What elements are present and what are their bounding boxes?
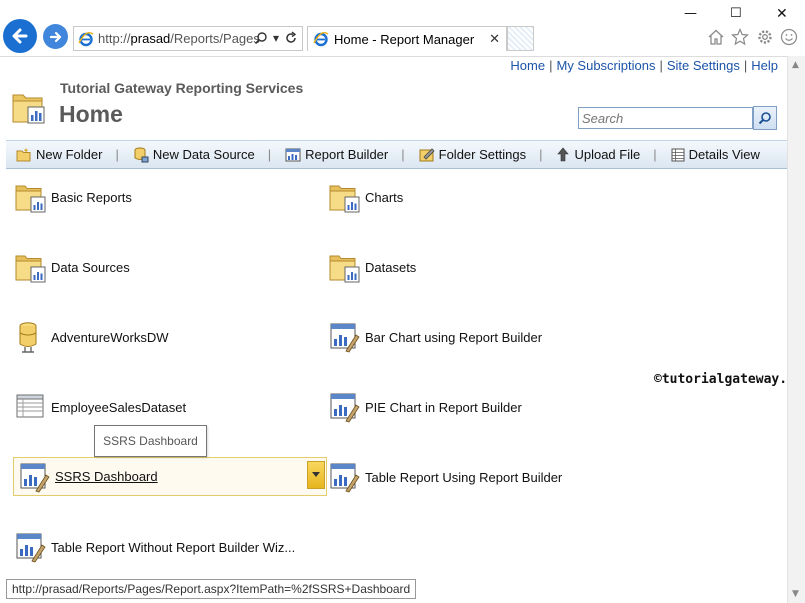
folder-item-basic-reports[interactable]: Basic Reports (14, 180, 132, 214)
folder-icon (15, 185, 46, 213)
my-subscriptions-link[interactable]: My Subscriptions (556, 58, 655, 73)
new-tab-button[interactable] (507, 26, 534, 51)
tooltip: SSRS Dashboard (94, 425, 207, 457)
report-icon (20, 463, 50, 492)
data-source-item-adventureworksdw[interactable]: AdventureWorksDW (14, 320, 169, 354)
favorites-star-icon[interactable] (731, 28, 749, 46)
chevron-down-icon (312, 472, 320, 477)
ie-icon (78, 31, 94, 46)
report-item-pie-chart[interactable]: PIE Chart in Report Builder (328, 390, 522, 424)
search-icon (758, 112, 771, 125)
home-icon[interactable] (707, 28, 725, 46)
search-button[interactable] (753, 106, 777, 130)
details-view-icon (671, 148, 685, 161)
item-label: Bar Chart using Report Builder (365, 329, 543, 345)
item-label: AdventureWorksDW (51, 329, 169, 345)
close-window-icon[interactable]: ✕ (776, 6, 788, 22)
new-folder-button[interactable]: New Folder (6, 141, 111, 168)
address-host: prasad (130, 31, 171, 46)
folder-settings-icon (419, 147, 435, 161)
dropdown-arrow-icon[interactable]: ▾ (273, 31, 279, 45)
maximize-icon[interactable]: ☐ (730, 6, 742, 21)
report-item-table-report-using-report-builder[interactable]: Table Report Using Report Builder (328, 460, 562, 494)
item-label: EmployeeSalesDataset (51, 399, 187, 415)
scroll-up-icon[interactable]: ▲ (792, 60, 799, 70)
item-label: Table Report Using Report Builder (365, 469, 563, 485)
site-title: Tutorial Gateway Reporting Services (60, 80, 304, 96)
address-protocol: http:// (98, 31, 131, 46)
folder-item-data-sources[interactable]: Data Sources (14, 250, 130, 284)
item-label: Datasets (365, 259, 417, 275)
tab-title: Home - Report Manager (334, 31, 475, 47)
data-source-icon (19, 322, 37, 353)
folder-item-charts[interactable]: Charts (328, 180, 403, 214)
report-icon (16, 533, 46, 563)
upload-file-button[interactable]: Upload File (546, 141, 649, 168)
forward-button[interactable] (43, 24, 68, 49)
upload-file-label: Upload File (574, 147, 641, 162)
item-label: Charts (365, 189, 404, 205)
search-input[interactable] (578, 107, 753, 129)
report-icon (330, 323, 360, 353)
address-path: /Reports/Pages (170, 31, 260, 46)
report-manager-page: Home | My Subscriptions | Site Settings | Help… (0, 56, 805, 603)
report-builder-label: Report Builder (305, 147, 389, 162)
scroll-down-icon[interactable]: ▼ (792, 589, 799, 599)
status-bar-url: http://prasad/Reports/Pages/Report.aspx?… (6, 579, 417, 599)
new-folder-label: New Folder (36, 147, 103, 162)
new-folder-icon (16, 148, 31, 161)
folder-icon (15, 255, 46, 283)
home-link[interactable]: Home (510, 58, 545, 73)
item-label: SSRS Dashboard (55, 469, 158, 484)
vertical-scrollbar[interactable]: ▲ ▼ (787, 56, 805, 603)
toolbar: New Folder | New Data Source | Report Bu… (6, 140, 787, 169)
back-button[interactable] (3, 19, 37, 53)
browser-chrome: http://prasad/Reports/Pages ▾ Home - Rep… (0, 0, 805, 56)
details-view-label: Details View (688, 147, 760, 162)
dataset-item-employeesalesdataset[interactable]: EmployeeSalesDataset (14, 390, 186, 424)
details-view-button[interactable]: Details View (661, 141, 769, 168)
item-label: Table Report Without Report Builder Wiz.… (51, 539, 296, 555)
folder-item-datasets[interactable]: Datasets (328, 250, 416, 284)
refresh-icon[interactable] (284, 31, 298, 45)
folder-settings-label: Folder Settings (438, 147, 527, 162)
search-icon[interactable] (254, 31, 268, 45)
new-data-source-icon (134, 147, 149, 162)
top-links: Home | My Subscriptions | Site Settings | Help (510, 58, 778, 73)
ie-icon (313, 31, 329, 47)
help-link[interactable]: Help (751, 58, 778, 73)
report-builder-button[interactable]: Report Builder (275, 141, 397, 168)
report-icon (330, 463, 360, 493)
arrow-right-icon (49, 31, 61, 42)
upload-file-icon (557, 147, 570, 161)
item-dropdown-button[interactable] (307, 461, 325, 489)
gear-icon[interactable] (756, 28, 774, 46)
minimize-icon[interactable]: — (684, 6, 697, 21)
item-label: Data Sources (51, 259, 130, 275)
report-item-ssrs-dashboard[interactable]: SSRS Dashboard (13, 457, 327, 496)
watermark: ©tutorialgateway.org (654, 372, 805, 387)
page-title: Home (59, 101, 123, 127)
site-settings-link[interactable]: Site Settings (667, 58, 740, 73)
browser-tab[interactable]: Home - Report Manager ✕ (307, 26, 507, 51)
item-label: Basic Reports (51, 189, 132, 205)
arrow-left-icon (12, 28, 28, 44)
folder-icon (329, 255, 360, 283)
close-tab-icon[interactable]: ✕ (489, 31, 500, 47)
feedback-smiley-icon[interactable] (780, 28, 798, 46)
report-manager-logo-icon (12, 94, 45, 124)
item-label: PIE Chart in Report Builder (365, 399, 522, 415)
report-icon (330, 393, 360, 423)
report-item-table-report-without-report-builder[interactable]: Table Report Without Report Builder Wiz.… (14, 530, 295, 564)
address-bar[interactable]: http://prasad/Reports/Pages ▾ (73, 26, 303, 51)
folder-icon (329, 185, 360, 213)
dataset-icon (16, 394, 44, 418)
report-item-bar-chart[interactable]: Bar Chart using Report Builder (328, 320, 542, 354)
report-builder-icon (285, 148, 301, 161)
new-data-source-label: New Data Source (152, 147, 255, 162)
folder-settings-button[interactable]: Folder Settings (409, 141, 535, 168)
new-data-source-button[interactable]: New Data Source (123, 141, 264, 168)
